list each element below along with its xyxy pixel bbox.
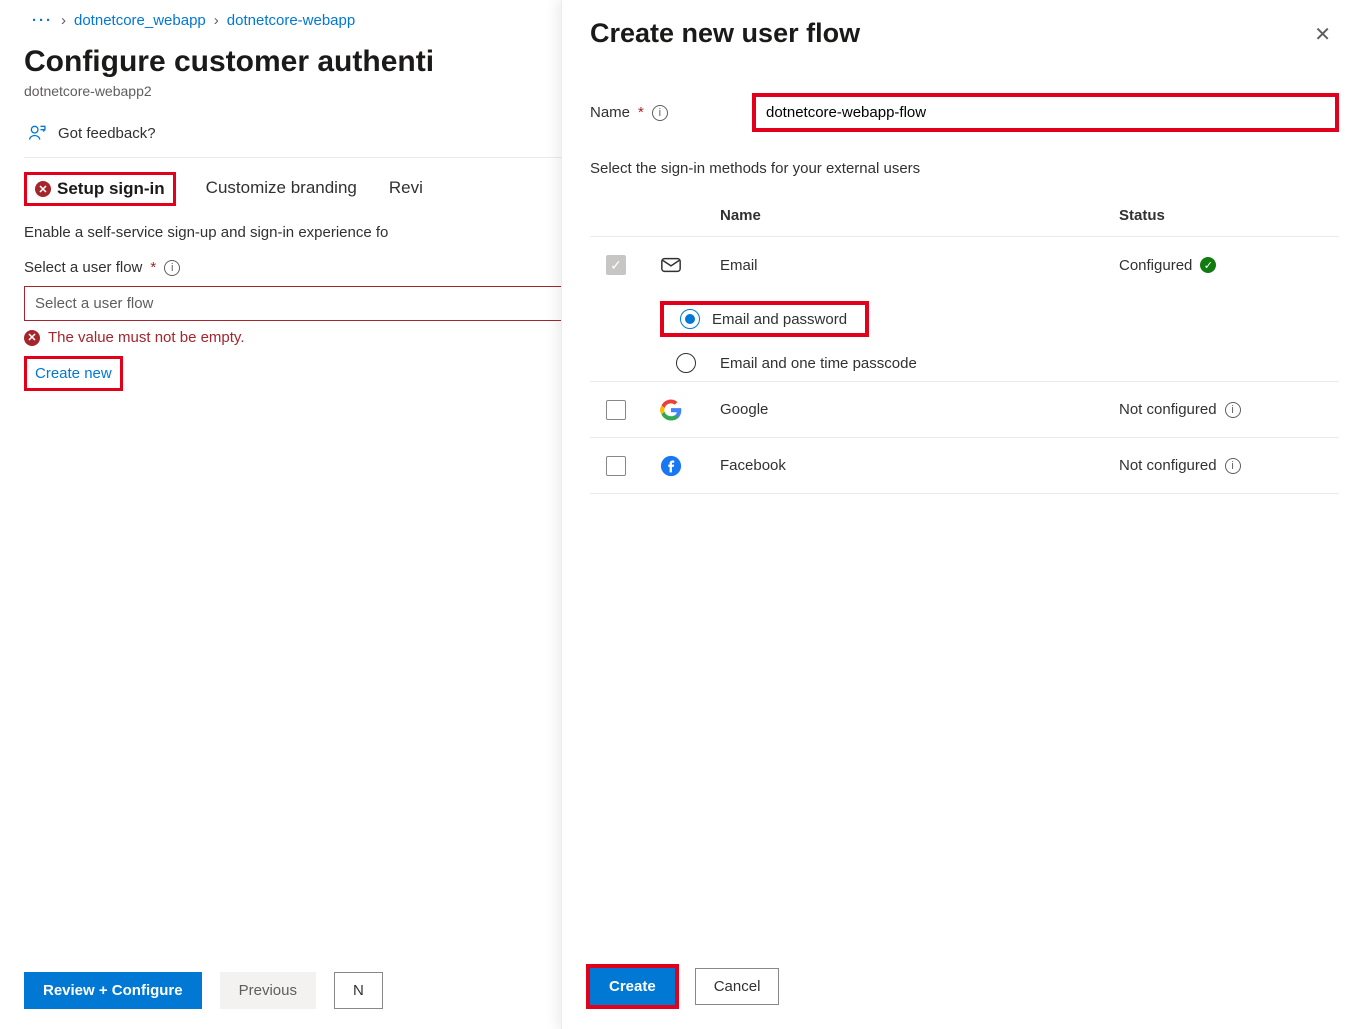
bottom-bar: Review + Configure Previous N	[24, 972, 383, 1009]
provider-row-google[interactable]: Google Not configured i	[590, 382, 1339, 438]
cancel-button[interactable]: Cancel	[695, 968, 780, 1005]
close-icon[interactable]: ✕	[1306, 18, 1339, 51]
tab-review[interactable]: Revi	[387, 172, 425, 206]
col-header-status: Status	[1119, 207, 1339, 224]
status-text: Not configured	[1119, 401, 1217, 418]
breadcrumb-ellipsis[interactable]: ···	[32, 12, 53, 29]
breadcrumb-item-2[interactable]: dotnetcore-webapp	[227, 12, 355, 29]
review-configure-button[interactable]: Review + Configure	[24, 972, 202, 1009]
col-header-name: Name	[720, 207, 1119, 224]
breadcrumb-sep: ›	[214, 12, 219, 29]
next-button[interactable]: N	[334, 972, 383, 1009]
breadcrumb-sep: ›	[61, 12, 66, 29]
info-icon[interactable]: i	[1225, 458, 1241, 474]
provider-label: Google	[720, 401, 1119, 418]
status-text: Configured	[1119, 257, 1192, 274]
check-icon: ✓	[1200, 257, 1216, 273]
error-icon: ✕	[35, 181, 51, 197]
status-text: Not configured	[1119, 457, 1217, 474]
option-label: Email and one time passcode	[720, 355, 1119, 372]
email-icon	[660, 254, 682, 276]
radio-email-otp[interactable]	[676, 353, 696, 373]
highlight-box: Email and password	[660, 301, 869, 337]
provider-row-facebook[interactable]: Facebook Not configured i	[590, 438, 1339, 494]
panel-footer: Create Cancel	[562, 950, 1367, 1029]
info-icon[interactable]: i	[1225, 402, 1241, 418]
provider-row-email: Email Configured ✓	[590, 237, 1339, 293]
provider-label: Email	[720, 257, 1119, 274]
feedback-icon	[28, 123, 48, 143]
tab-customize-branding[interactable]: Customize branding	[204, 172, 359, 206]
checkbox-google[interactable]	[606, 400, 626, 420]
info-icon[interactable]: i	[652, 105, 668, 121]
create-button[interactable]: Create	[590, 968, 675, 1005]
create-new-link[interactable]: Create new	[24, 356, 123, 391]
email-option-otp-row[interactable]: Email and one time passcode	[590, 345, 1339, 381]
breadcrumb-item-1[interactable]: dotnetcore_webapp	[74, 12, 206, 29]
option-label: Email and password	[712, 311, 855, 328]
create-user-flow-panel: Create new user flow ✕ Name * i Select t…	[561, 0, 1367, 1029]
panel-title: Create new user flow	[590, 18, 860, 49]
name-input-highlight	[752, 93, 1339, 132]
checkbox-facebook[interactable]	[606, 456, 626, 476]
provider-label: Facebook	[720, 457, 1119, 474]
error-text: The value must not be empty.	[48, 329, 245, 346]
checkbox-email	[606, 255, 626, 275]
google-icon	[660, 399, 682, 421]
radio-email-password[interactable]	[680, 309, 700, 329]
name-field-label: Name * i	[590, 104, 740, 121]
previous-button[interactable]: Previous	[220, 972, 316, 1009]
providers-grid: Name Status Email Configured ✓	[590, 195, 1339, 494]
signin-methods-description: Select the sign-in methods for your exte…	[590, 160, 1339, 177]
error-icon: ✕	[24, 330, 40, 346]
tab-label: Setup sign-in	[57, 179, 165, 199]
facebook-icon	[660, 455, 682, 477]
email-option-password-row[interactable]: Email and password	[590, 293, 1339, 345]
info-icon[interactable]: i	[164, 260, 180, 276]
feedback-label: Got feedback?	[58, 125, 156, 142]
name-input[interactable]	[756, 97, 1335, 128]
tab-setup-sign-in[interactable]: ✕ Setup sign-in	[24, 172, 176, 206]
